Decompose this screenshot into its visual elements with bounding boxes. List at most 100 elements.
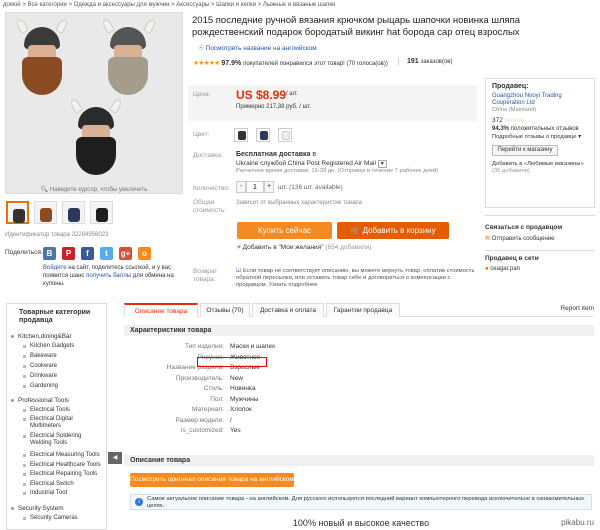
category-item[interactable]: Electrical Tools: [30, 407, 102, 414]
category-item[interactable]: Electrical Switch: [30, 481, 102, 488]
login-link[interactable]: Войдите: [43, 265, 67, 271]
facebook-icon[interactable]: f: [81, 247, 94, 260]
favorite-store-link[interactable]: Добавить в «Любимые магазины» (35 добави…: [492, 161, 588, 175]
category-item[interactable]: Industrial Tool: [30, 490, 102, 497]
spec-key: is_customized:: [181, 427, 224, 434]
breadcrumb[interactable]: домой > Все категории > Одежда и аксессу…: [3, 2, 335, 8]
seller-label: Продавец:: [492, 83, 529, 90]
seller-name-link[interactable]: Guangzhou Nooyi Trading Cooperation Ltd: [492, 93, 588, 107]
category-bullet-icon: [23, 345, 26, 348]
color-option-3[interactable]: [278, 128, 292, 142]
category-bullet-icon: [23, 454, 26, 457]
medal-icon: ○○○○○: [504, 117, 525, 124]
product-title: 2015 последние ручной вязания крючком ры…: [192, 15, 521, 38]
product-photo-black-beard: [68, 97, 124, 177]
share-promo: Войдите на сайт, поделитесь ссылкой, и у…: [43, 265, 174, 287]
translation-notice: i Самое актуальное описание товара - на …: [130, 494, 592, 510]
spec-value: Хлопок: [230, 406, 252, 413]
category-item[interactable]: Cookware: [30, 363, 102, 370]
price-label: Цена:: [193, 91, 211, 98]
category-item[interactable]: Bakeware: [30, 353, 102, 360]
specs-table: Тип изделия: Маски и шапки Рисунок: Животно…: [124, 343, 424, 458]
category-bullet-icon: [23, 483, 26, 486]
pinterest-icon[interactable]: P: [62, 247, 75, 260]
thumbnail-4[interactable]: [90, 201, 113, 224]
tab-reviews[interactable]: Отзывы (70): [200, 303, 250, 317]
category-bullet-icon: [23, 409, 26, 412]
add-to-cart-button[interactable]: 🛒 Добавить в корзину: [337, 222, 449, 239]
shield-icon: ☑: [236, 268, 242, 274]
shipping-method: Ukraine службой China Post Registered Ai…: [236, 160, 387, 168]
tab-description[interactable]: Описание товара: [124, 303, 198, 317]
category-item[interactable]: Electrical Measuring Tools: [30, 452, 102, 459]
category-item[interactable]: Electrical Digital Multimeters: [30, 416, 102, 430]
spec-key: Материал:: [192, 406, 224, 413]
message-icon: ✉: [485, 236, 491, 242]
seller-chat-link[interactable]: ● ceagar.pan: [485, 266, 595, 272]
view-english-description-button[interactable]: Посмотреть оригинал описания товара на а…: [130, 473, 294, 487]
thumbnail-1[interactable]: [6, 201, 29, 224]
category-item[interactable]: Security System: [18, 505, 104, 512]
online-title: Продавец в сети: [485, 250, 595, 262]
product-main-image[interactable]: [5, 12, 183, 194]
twitter-icon[interactable]: t: [100, 247, 113, 260]
product-photo-grey-beard: [90, 17, 170, 97]
seller-score: 372 ○○○○○: [492, 117, 525, 124]
vk-icon[interactable]: B: [43, 247, 56, 260]
spec-value: Yes: [230, 427, 241, 434]
buy-now-button[interactable]: Купить сейчас: [237, 222, 332, 239]
orders-count: 191 заказов(ов): [398, 58, 452, 65]
return-text: ☑ Если товар не соответствует описанию, …: [236, 268, 475, 288]
rating-row: ★★★★★ 97.9% покупателей понравился этот …: [193, 60, 388, 67]
googleplus-icon[interactable]: g+: [119, 247, 132, 260]
quantity-label: Количество:: [193, 185, 230, 192]
quantity-input[interactable]: [246, 181, 264, 193]
spec-key: Тип изделия:: [184, 343, 224, 350]
category-item[interactable]: Kitchen Gadgets: [30, 343, 102, 350]
category-bullet-icon: [23, 365, 26, 368]
category-item[interactable]: Professional Tools: [18, 397, 104, 404]
product-tabs: Описание товара Отзывы (70) Доставка и о…: [124, 303, 594, 317]
send-message-link[interactable]: ✉ Отправить сообщение: [485, 235, 595, 242]
quantity-decrease-button[interactable]: -: [236, 181, 246, 193]
go-to-store-button[interactable]: Перейти к магазину: [492, 145, 558, 156]
category-item[interactable]: Kitchen,dining&Bar: [18, 333, 104, 340]
category-item[interactable]: Electrical Healthcare Tools: [30, 462, 102, 469]
category-bullet-icon: [23, 464, 26, 467]
wishlist-link[interactable]: ♥ Добавить в "Мои желания" (654 добавили…: [237, 244, 371, 251]
collapse-arrow-icon[interactable]: ◀: [108, 452, 122, 464]
category-bullet-icon: [23, 375, 26, 378]
product-photo-brown-beard: [14, 17, 70, 97]
tab-guarantees[interactable]: Гарантии продавца: [326, 303, 400, 317]
specs-title: Характеристики товара: [124, 325, 594, 336]
spec-value: Мужчины: [230, 395, 259, 403]
spec-key: Стиль:: [203, 385, 224, 392]
category-item[interactable]: Electrical Soldering Welding Tools: [30, 433, 102, 447]
category-item[interactable]: Gardening: [30, 383, 102, 390]
seller-positive: 94.3% положительных отзывов: [492, 126, 579, 132]
category-bullet-icon: [23, 517, 26, 520]
color-option-1[interactable]: [234, 128, 248, 142]
price-unit: / шт.: [286, 91, 298, 97]
view-english-title-link[interactable]: ☉ Посмотреть название на английском: [198, 44, 317, 52]
tab-shipping[interactable]: Доставка и оплата: [252, 303, 324, 317]
color-option-2[interactable]: [256, 128, 270, 142]
odnoklassniki-icon[interactable]: o: [138, 247, 151, 260]
category-item[interactable]: Security Cameras: [30, 515, 102, 522]
category-bullet-icon: [23, 473, 26, 476]
report-item-link[interactable]: Report item: [560, 305, 594, 312]
shipping-dropdown[interactable]: ▾: [377, 160, 387, 168]
star-rating-icon: ★★★★★: [193, 60, 220, 67]
price-box: Цена: US $8.99 / шт. Примерно 217,38 руб…: [188, 85, 477, 121]
thumbnail-2[interactable]: [34, 201, 57, 224]
item-id: Идентификатор товара 32284956023: [5, 232, 109, 238]
quantity-available: шт. (136 шт. available): [278, 184, 343, 191]
spec-value: Новинка: [230, 385, 256, 392]
points-link[interactable]: получить баллы: [86, 273, 131, 279]
thumbnail-3[interactable]: [62, 201, 85, 224]
category-item[interactable]: Electrical Repairing Tools: [30, 471, 102, 478]
quantity-increase-button[interactable]: +: [264, 181, 274, 193]
seller-feedback-link[interactable]: Подробные отзывы о продавце ▾: [492, 134, 588, 141]
category-bullet-icon: [23, 435, 26, 438]
category-item[interactable]: Drinkware: [30, 373, 102, 380]
